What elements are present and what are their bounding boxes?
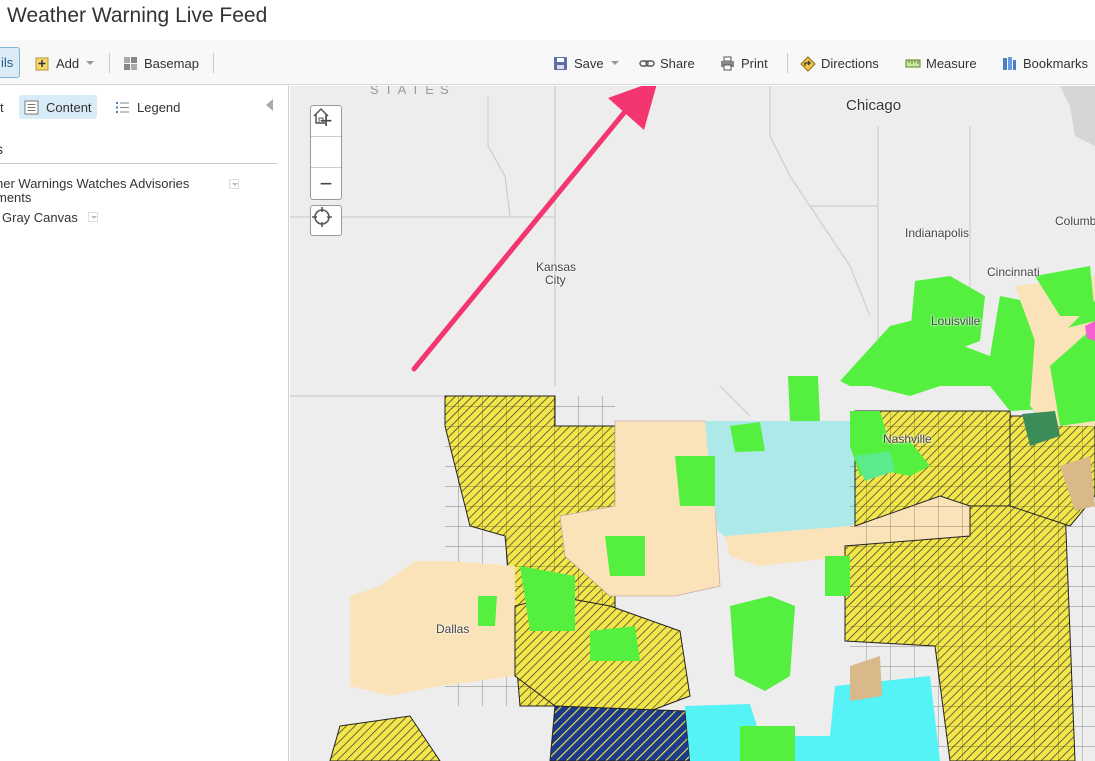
- city-label-kansas: Kansas: [536, 260, 577, 274]
- share-link-icon: [639, 56, 655, 71]
- bookmarks-label: Bookmarks: [1023, 55, 1089, 71]
- divider: [0, 163, 277, 164]
- content-tab-label: Content: [46, 99, 92, 115]
- basemap-button[interactable]: Basemap: [123, 53, 199, 73]
- title-bar: Weather Warning Live Feed: [0, 0, 1095, 40]
- city-label-chicago: Chicago: [846, 97, 902, 114]
- sidebar: t Content Legend s her Warnings Watches …: [0, 86, 289, 761]
- app-title: Weather Warning Live Feed: [7, 4, 268, 27]
- save-button[interactable]: Save: [553, 53, 619, 73]
- collapse-panel-icon[interactable]: [266, 99, 273, 111]
- print-label: Print: [741, 55, 768, 71]
- layer-weather-warnings-line2: ments: [0, 190, 32, 205]
- chevron-down-icon: [86, 61, 95, 65]
- toolbar-divider: [787, 53, 788, 73]
- zoom-out-button[interactable]: −: [311, 168, 341, 199]
- city-label-columbus: Columb: [1055, 214, 1095, 228]
- measure-button[interactable]: Measure: [905, 53, 977, 73]
- add-button[interactable]: Add: [35, 53, 95, 73]
- layer-weather-warnings-line1[interactable]: her Warnings Watches Advisories: [0, 176, 189, 191]
- print-button[interactable]: Print: [720, 53, 768, 73]
- locate-crosshair-icon: [312, 207, 332, 227]
- city-label-cincinnati: Cincinnati: [987, 265, 1040, 279]
- share-button[interactable]: Share: [639, 53, 695, 73]
- layer-gray-canvas[interactable]: Gray Canvas: [2, 210, 78, 225]
- content-list-icon: [24, 100, 39, 115]
- home-icon: [313, 107, 329, 124]
- map-view[interactable]: STATES Chicago Indianapolis Columb Kansa…: [290, 86, 1095, 761]
- bookmarks-button[interactable]: Bookmarks: [1002, 53, 1088, 73]
- tab-about[interactable]: t: [0, 95, 4, 119]
- chevron-down-icon: [610, 61, 619, 65]
- printer-icon: [720, 56, 735, 71]
- directions-sign-icon: [800, 55, 816, 72]
- zoom-controls: + −: [310, 105, 342, 200]
- city-label-nashville: Nashville: [883, 432, 932, 446]
- measure-label: Measure: [926, 55, 977, 71]
- basemap-label: Basemap: [144, 55, 199, 71]
- city-label-louisville: Louisville: [931, 314, 981, 328]
- details-button[interactable]: ils: [0, 47, 20, 78]
- legend-tab-label: Legend: [137, 99, 181, 115]
- bookmarks-icon: [1002, 56, 1017, 71]
- toolbar: ils Add Basemap Save Share Print Directi…: [0, 40, 1095, 85]
- add-label: Add: [56, 55, 80, 71]
- about-tab-label: t: [0, 99, 4, 115]
- legend-list-icon: [115, 100, 130, 115]
- contents-heading: s: [0, 141, 3, 157]
- layer-options-icon[interactable]: [229, 179, 239, 189]
- warnings-layer: [329, 266, 1095, 761]
- toolbar-divider: [109, 53, 110, 73]
- map-canvas: [290, 86, 1095, 761]
- save-label: Save: [574, 55, 604, 71]
- great-lakes-shape: [1060, 86, 1095, 146]
- directions-label: Directions: [821, 55, 879, 71]
- share-label: Share: [660, 55, 695, 71]
- measure-ruler-icon: [905, 56, 921, 71]
- annotation-arrow: [411, 105, 631, 372]
- city-label-indianapolis: Indianapolis: [905, 226, 970, 240]
- city-label-city: City: [545, 273, 566, 287]
- add-icon: [35, 56, 50, 71]
- save-disk-icon: [553, 56, 568, 71]
- city-label-dallas: Dallas: [436, 622, 470, 636]
- tab-content[interactable]: Content: [19, 95, 97, 119]
- layer-options-icon[interactable]: [88, 212, 98, 222]
- states-map-label: STATES: [370, 86, 455, 97]
- directions-button[interactable]: Directions: [800, 53, 879, 73]
- basemap-grid-icon: [123, 56, 138, 71]
- home-button[interactable]: [311, 107, 341, 168]
- locate-button[interactable]: [310, 205, 342, 236]
- tab-legend[interactable]: Legend: [115, 95, 180, 119]
- toolbar-divider: [213, 53, 214, 73]
